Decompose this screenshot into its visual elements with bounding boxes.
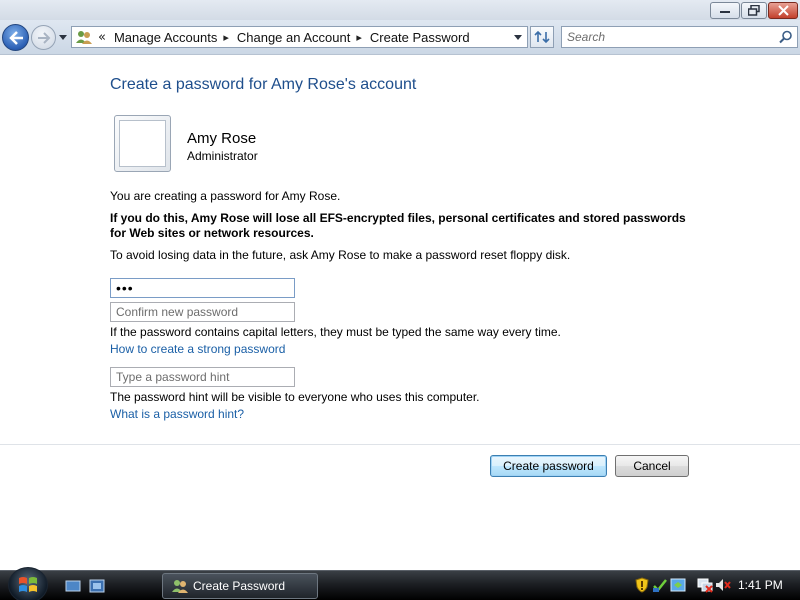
windows-logo-icon bbox=[19, 577, 37, 592]
capital-letters-note: If the password contains capital letters… bbox=[110, 325, 561, 339]
window-title-bar bbox=[0, 0, 800, 20]
recent-pages-button[interactable] bbox=[57, 29, 69, 45]
security-shield-icon[interactable] bbox=[634, 577, 650, 593]
breadcrumb-overflow[interactable]: « bbox=[98, 30, 106, 45]
password-hint-link[interactable]: What is a password hint? bbox=[110, 407, 244, 421]
chevron-down-icon bbox=[514, 34, 522, 40]
forward-button[interactable] bbox=[31, 25, 56, 50]
reset-disk-advice: To avoid losing data in the future, ask … bbox=[110, 248, 571, 262]
intro-text: You are creating a password for Amy Rose… bbox=[110, 189, 341, 203]
divider bbox=[0, 444, 800, 445]
new-password-field[interactable] bbox=[110, 278, 295, 298]
close-icon bbox=[777, 5, 789, 16]
user-accounts-icon bbox=[171, 578, 189, 594]
address-bar[interactable]: « Manage Accounts ▸ Change an Account ▸ … bbox=[71, 26, 528, 48]
search-icon[interactable] bbox=[779, 30, 793, 44]
search-input[interactable] bbox=[567, 28, 777, 46]
minimize-button[interactable] bbox=[710, 2, 740, 19]
taskbar-button-label: Create Password bbox=[193, 579, 286, 593]
sync-center-icon[interactable] bbox=[670, 577, 686, 593]
breadcrumb-change-account[interactable]: Change an Account bbox=[237, 30, 350, 45]
address-dropdown-button[interactable] bbox=[509, 27, 527, 47]
avatar bbox=[114, 115, 171, 172]
hint-visibility-note: The password hint will be visible to eve… bbox=[110, 390, 480, 404]
refresh-icon bbox=[534, 30, 550, 44]
show-desktop-icon bbox=[65, 580, 81, 592]
close-button[interactable] bbox=[768, 2, 798, 19]
minimize-icon bbox=[720, 10, 730, 13]
confirm-password-field[interactable] bbox=[110, 302, 295, 322]
breadcrumb-manage-accounts[interactable]: Manage Accounts bbox=[114, 30, 217, 45]
search-box[interactable] bbox=[561, 26, 798, 48]
network-disconnected-icon[interactable] bbox=[697, 577, 713, 593]
main-content: Create a password for Amy Rose's account… bbox=[0, 56, 800, 570]
strong-password-link[interactable]: How to create a strong password bbox=[110, 342, 285, 356]
taskbar-button-create-password[interactable]: Create Password bbox=[162, 573, 318, 599]
user-role: Administrator bbox=[187, 149, 258, 163]
user-accounts-icon bbox=[74, 27, 94, 47]
breadcrumb-create-password[interactable]: Create Password bbox=[370, 30, 470, 45]
start-button[interactable] bbox=[8, 567, 48, 600]
system-clock[interactable]: 1:41 PM bbox=[738, 578, 783, 592]
page-title: Create a password for Amy Rose's account bbox=[110, 76, 417, 93]
cancel-button[interactable]: Cancel bbox=[615, 455, 689, 477]
back-arrow-icon bbox=[8, 30, 23, 45]
switch-windows-button[interactable] bbox=[88, 578, 106, 594]
show-desktop-button[interactable] bbox=[64, 578, 82, 594]
windows-defender-icon[interactable] bbox=[652, 577, 668, 593]
refresh-button[interactable] bbox=[530, 26, 554, 48]
forward-arrow-icon bbox=[37, 31, 50, 44]
password-hint-field[interactable] bbox=[110, 367, 295, 387]
chevron-down-icon bbox=[59, 34, 67, 40]
breadcrumb-arrow-icon[interactable]: ▸ bbox=[223, 31, 229, 44]
navigation-bar: « Manage Accounts ▸ Change an Account ▸ … bbox=[0, 20, 800, 55]
taskbar: Create Password 1:41 PM bbox=[0, 567, 800, 600]
user-name: Amy Rose bbox=[187, 130, 257, 147]
restore-icon bbox=[748, 5, 760, 16]
volume-muted-icon[interactable] bbox=[715, 577, 731, 593]
breadcrumb-arrow-icon[interactable]: ▸ bbox=[356, 31, 362, 44]
efs-warning-text: If you do this, Amy Rose will lose all E… bbox=[110, 211, 686, 240]
back-button[interactable] bbox=[2, 24, 29, 51]
switch-windows-icon bbox=[89, 579, 105, 593]
create-password-button[interactable]: Create password bbox=[490, 455, 607, 477]
restore-button[interactable] bbox=[741, 2, 767, 19]
